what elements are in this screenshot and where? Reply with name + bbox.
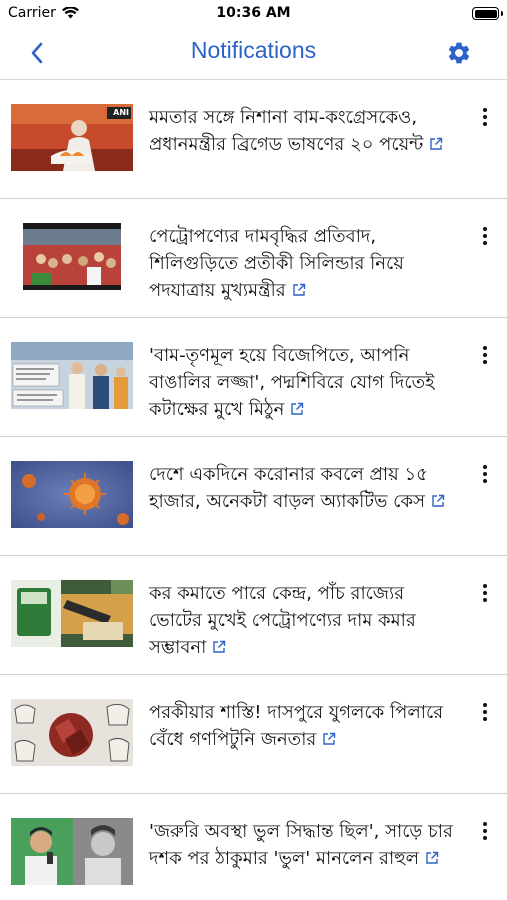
external-link-icon — [430, 137, 443, 150]
notification-headline[interactable]: মমতার সঙ্গে নিশানা বাম-কংগ্রেসকেও, প্রধা… — [149, 104, 459, 158]
headline-text: মমতার সঙ্গে নিশানা বাম-কংগ্রেসকেও, প্রধা… — [149, 107, 424, 155]
notification-thumbnail — [11, 223, 133, 290]
notification-headline[interactable]: 'বাম-তৃণমূল হয়ে বিজেপিতে, আপনি বাঙালির … — [149, 342, 459, 423]
notification-item[interactable]: দেশে একদিনে করোনার কবলে প্রায় ১৫ হাজার,… — [0, 437, 507, 556]
notification-headline[interactable]: পেট্রোপণ্যের দামবৃদ্ধির প্রতিবাদ, শিলিগু… — [149, 223, 459, 304]
external-link-icon — [213, 640, 226, 653]
navigation-bar: Notifications — [0, 28, 507, 80]
notification-item[interactable]: পেট্রোপণ্যের দামবৃদ্ধির প্রতিবাদ, শিলিগু… — [0, 199, 507, 318]
more-options-button[interactable] — [477, 462, 493, 486]
settings-button[interactable] — [445, 39, 473, 67]
external-link-icon — [291, 402, 304, 415]
headline-text: দেশে একদিনে করোনার কবলে প্রায় ১৫ হাজার,… — [149, 464, 428, 512]
notification-headline[interactable]: 'জরুরি অবস্থা ভুল সিদ্ধান্ত ছিল', সাড়ে … — [149, 818, 459, 872]
more-options-button[interactable] — [477, 700, 493, 724]
notification-item[interactable]: পরকীয়ার শাস্তি! দাসপুরে যুগলকে পিলারে ব… — [0, 675, 507, 794]
notification-headline[interactable]: পরকীয়ার শাস্তি! দাসপুরে যুগলকে পিলারে ব… — [149, 699, 459, 753]
notification-item[interactable]: কর কমাতে পারে কেন্দ্র, পাঁচ রাজ্যের ভোটে… — [0, 556, 507, 675]
more-options-button[interactable] — [477, 105, 493, 129]
status-bar: Carrier 10:36 AM — [0, 0, 507, 28]
notification-item[interactable]: 'বাম-তৃণমূল হয়ে বিজেপিতে, আপনি বাঙালির … — [0, 318, 507, 437]
external-link-icon — [323, 732, 336, 745]
headline-text: পরকীয়ার শাস্তি! দাসপুরে যুগলকে পিলারে ব… — [149, 702, 444, 750]
external-link-icon — [292, 283, 305, 296]
external-link-icon — [432, 494, 445, 507]
gear-icon — [448, 42, 470, 64]
more-options-button[interactable] — [477, 224, 493, 248]
notification-headline[interactable]: দেশে একদিনে করোনার কবলে প্রায় ১৫ হাজার,… — [149, 461, 459, 515]
notification-thumbnail: ANI — [11, 104, 133, 171]
notification-thumbnail — [11, 818, 133, 885]
notification-thumbnail — [11, 461, 133, 528]
external-link-icon — [426, 851, 439, 864]
notification-thumbnail — [11, 580, 133, 647]
headline-text: পেট্রোপণ্যের দামবৃদ্ধির প্রতিবাদ, শিলিগু… — [149, 226, 404, 301]
more-options-button[interactable] — [477, 581, 493, 605]
notification-thumbnail — [11, 342, 133, 409]
notification-item[interactable]: ANI মমতার সঙ্গে নিশানা বাম-কংগ্রেসকেও, প… — [0, 80, 507, 199]
status-time: 10:36 AM — [216, 5, 291, 21]
notification-thumbnail — [11, 699, 133, 766]
notification-item[interactable]: 'জরুরি অবস্থা ভুল সিদ্ধান্ত ছিল', সাড়ে … — [0, 794, 507, 900]
headline-text: 'জরুরি অবস্থা ভুল সিদ্ধান্ত ছিল', সাড়ে … — [149, 821, 453, 869]
more-options-button[interactable] — [477, 343, 493, 367]
notification-headline[interactable]: কর কমাতে পারে কেন্দ্র, পাঁচ রাজ্যের ভোটে… — [149, 580, 459, 661]
page-title: Notifications — [190, 37, 317, 63]
headline-text: কর কমাতে পারে কেন্দ্র, পাঁচ রাজ্যের ভোটে… — [149, 583, 416, 658]
battery-icon — [472, 7, 503, 20]
more-options-button[interactable] — [477, 819, 493, 843]
notification-list: ANI মমতার সঙ্গে নিশানা বাম-কংগ্রেসকেও, প… — [0, 80, 507, 900]
thumbnail-badge: ANI — [113, 108, 129, 117]
